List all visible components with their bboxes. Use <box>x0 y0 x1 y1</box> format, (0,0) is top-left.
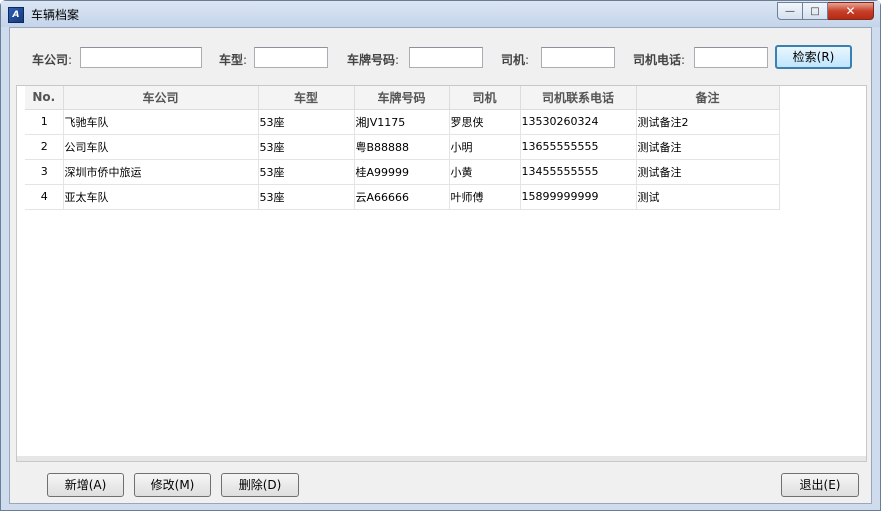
add-button[interactable]: 新增(A) <box>47 473 124 497</box>
vehicle-table: No. 车公司 车型 车牌号码 司机 司机联系电话 备注 1 飞驰车队 53座 … <box>25 86 780 210</box>
cell-driver: 小明 <box>449 134 521 160</box>
cell-phone: 13655555555 <box>520 134 637 160</box>
phone-input[interactable] <box>694 47 768 68</box>
company-label: 车公司: <box>32 53 73 67</box>
title-bar[interactable]: A 车辆档案 — □ ✕ <box>1 1 880 27</box>
maximize-icon: □ <box>810 5 820 17</box>
cell-company: 深圳市侨中旅运 <box>63 159 259 185</box>
column-header-plate[interactable]: 车牌号码 <box>354 86 450 110</box>
cell-remark: 测试备注 <box>636 159 780 185</box>
caption-buttons: — □ ✕ <box>777 2 874 20</box>
table-header-row: No. 车公司 车型 车牌号码 司机 司机联系电话 备注 <box>25 86 780 110</box>
main-window: A 车辆档案 — □ ✕ 车公司: 车型: 车牌号码: 司机: 司机电话: 检索… <box>0 0 881 511</box>
window-title: 车辆档案 <box>31 8 80 22</box>
cell-type: 53座 <box>258 159 355 185</box>
column-header-company[interactable]: 车公司 <box>63 86 259 110</box>
exit-button[interactable]: 退出(E) <box>781 473 859 497</box>
table-row[interactable]: 4 亚太车队 53座 云A66666 叶师傅 15899999999 测试 <box>25 184 780 210</box>
table-row[interactable]: 3 深圳市侨中旅运 53座 桂A99999 小黄 13455555555 测试备… <box>25 159 780 185</box>
plate-label: 车牌号码: <box>347 53 400 67</box>
cell-no: 2 <box>25 134 64 160</box>
cell-remark: 测试备注 <box>636 134 780 160</box>
table-row[interactable]: 2 公司车队 53座 粤B88888 小明 13655555555 测试备注 <box>25 134 780 160</box>
cell-plate: 湘JV1175 <box>354 109 450 135</box>
cell-plate: 粤B88888 <box>354 134 450 160</box>
cell-company: 亚太车队 <box>63 184 259 210</box>
minimize-icon: — <box>785 5 795 17</box>
cell-company: 公司车队 <box>63 134 259 160</box>
close-icon: ✕ <box>845 4 856 18</box>
column-header-phone[interactable]: 司机联系电话 <box>520 86 637 110</box>
cell-company: 飞驰车队 <box>63 109 259 135</box>
edit-button[interactable]: 修改(M) <box>134 473 211 497</box>
column-header-driver[interactable]: 司机 <box>449 86 521 110</box>
app-icon: A <box>8 7 24 23</box>
search-button[interactable]: 检索(R) <box>775 45 852 69</box>
cell-type: 53座 <box>258 184 355 210</box>
phone-label: 司机电话: <box>633 53 686 67</box>
cell-phone: 15899999999 <box>520 184 637 210</box>
vehicle-grid: No. 车公司 车型 车牌号码 司机 司机联系电话 备注 1 飞驰车队 53座 … <box>16 85 867 462</box>
column-header-remark[interactable]: 备注 <box>636 86 780 110</box>
minimize-button[interactable]: — <box>777 2 803 20</box>
cell-no: 4 <box>25 184 64 210</box>
column-header-no[interactable]: No. <box>25 86 64 110</box>
maximize-button[interactable]: □ <box>803 2 828 20</box>
client-area: 车公司: 车型: 车牌号码: 司机: 司机电话: 检索(R) No. 车公司 车… <box>9 27 872 504</box>
cell-phone: 13455555555 <box>520 159 637 185</box>
company-input[interactable] <box>80 47 202 68</box>
cell-no: 3 <box>25 159 64 185</box>
cell-driver: 叶师傅 <box>449 184 521 210</box>
plate-input[interactable] <box>409 47 483 68</box>
cell-plate: 桂A99999 <box>354 159 450 185</box>
cell-phone: 13530260324 <box>520 109 637 135</box>
search-bar: 车公司: 车型: 车牌号码: 司机: 司机电话: 检索(R) <box>10 28 873 86</box>
delete-button[interactable]: 删除(D) <box>221 473 299 497</box>
cell-type: 53座 <box>258 134 355 160</box>
action-bar: 新增(A) 修改(M) 删除(D) 退出(E) <box>10 468 873 505</box>
cell-driver: 罗思侠 <box>449 109 521 135</box>
close-button[interactable]: ✕ <box>828 2 874 20</box>
cell-remark: 测试备注2 <box>636 109 780 135</box>
cell-no: 1 <box>25 109 64 135</box>
cell-plate: 云A66666 <box>354 184 450 210</box>
cell-type: 53座 <box>258 109 355 135</box>
cell-driver: 小黄 <box>449 159 521 185</box>
type-label: 车型: <box>219 53 248 67</box>
type-input[interactable] <box>254 47 328 68</box>
table-row[interactable]: 1 飞驰车队 53座 湘JV1175 罗思侠 13530260324 测试备注2 <box>25 109 780 135</box>
driver-input[interactable] <box>541 47 615 68</box>
grid-bottom-border <box>17 456 866 461</box>
column-header-type[interactable]: 车型 <box>258 86 355 110</box>
driver-label: 司机: <box>501 53 530 67</box>
grid-body: No. 车公司 车型 车牌号码 司机 司机联系电话 备注 1 飞驰车队 53座 … <box>25 86 866 458</box>
cell-remark: 测试 <box>636 184 780 210</box>
